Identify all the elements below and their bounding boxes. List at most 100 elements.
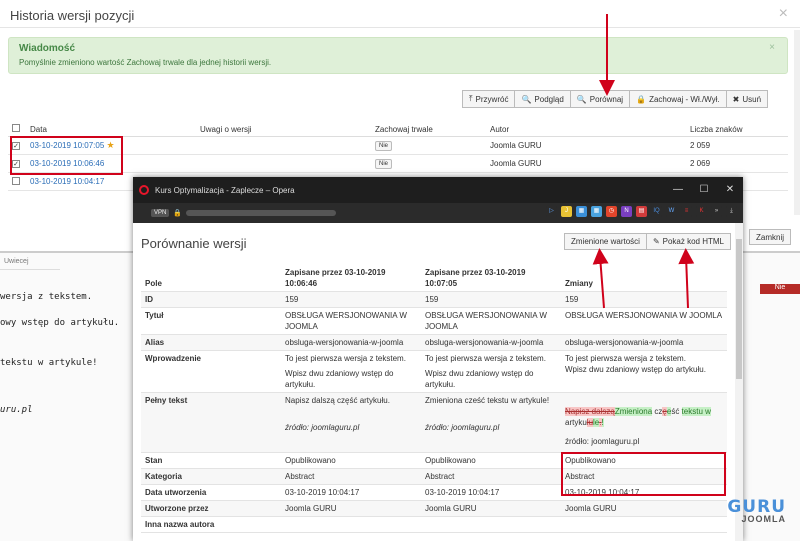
close-button[interactable]: Zamknij: [749, 229, 792, 245]
compare-button[interactable]: 🔍 Porównaj: [569, 90, 631, 108]
table-row: Tytuł OBSŁUGA WERSJONOWANIA W JOOMLA OBS…: [141, 307, 727, 335]
chars-cell: 2 059: [686, 136, 788, 155]
alert-title: Wiadomość: [19, 43, 76, 54]
value-cell: Zmieniona cześć tekstu w artykule! źródło…: [421, 392, 561, 453]
author-cell: Joomla GURU: [486, 154, 686, 173]
extension-icon[interactable]: ▤: [636, 206, 647, 217]
value-cell: OBSŁUGA WERSJONOWANIA W JOOMLA: [421, 307, 561, 335]
paragraph: źródło: joomlaguru.pl: [425, 423, 500, 432]
url-text[interactable]: [186, 210, 337, 216]
alert-close-icon[interactable]: ×: [769, 42, 775, 53]
download-icon[interactable]: ⤓: [726, 206, 737, 217]
table-row: ID 159 159 159: [141, 291, 727, 308]
value-cell: Opublikowano: [421, 452, 561, 469]
table-row[interactable]: ✓ 03-10-2019 10:06:46 Nie Joomla GURU 2 …: [8, 154, 788, 173]
field-label: Wprowadzenie: [141, 350, 281, 393]
minimize-icon[interactable]: —: [665, 177, 691, 203]
send-icon[interactable]: ▷: [546, 206, 557, 217]
table-header: Pole Zapisane przez 03-10-2019 10:06:46 …: [141, 265, 727, 292]
chars-cell: 2 069: [686, 154, 788, 173]
table-row: Pełny tekst Napisz dalszą część artykułu…: [141, 392, 727, 453]
field-label: Data utworzenia: [141, 484, 281, 501]
deleted-text: Napisz dalszą: [565, 407, 615, 416]
value-cell: 03-10-2019 10:04:17: [421, 484, 561, 501]
value-cell: Abstract: [281, 468, 421, 485]
extension-icon[interactable]: ≡: [681, 206, 692, 217]
paragraph: Zmieniona cześć tekstu w artykule!: [425, 396, 550, 405]
search-icon: 🔍: [521, 94, 532, 104]
keep-forever-toggle[interactable]: Nie: [375, 159, 393, 169]
paragraph: To jest pierwsza wersja z tekstem.: [565, 354, 686, 363]
extension-icon[interactable]: ▦: [576, 206, 587, 217]
value-cell: obsluga-wersjonowania-w-joomla: [281, 334, 421, 351]
show-html-button[interactable]: ✎ Pokaż kod HTML: [645, 233, 731, 250]
column-header: Zachowaj trwale: [371, 122, 486, 137]
value-cell: To jest pierwsza wersja z tekstem. Wpisz …: [561, 350, 727, 393]
scrollbar[interactable]: [794, 30, 800, 215]
modal-title: Historia wersji pozycji: [10, 8, 135, 23]
field-label: Pełny tekst: [141, 392, 281, 453]
maximize-icon[interactable]: ☐: [691, 177, 717, 203]
close-window-icon[interactable]: ✕: [717, 177, 743, 203]
field-label: ID: [141, 291, 281, 308]
lock-icon: 🔒: [173, 210, 183, 217]
value-cell: OBSŁUGA WERSJONOWANIA W JOOMLA: [561, 307, 727, 335]
select-all-checkbox[interactable]: [12, 124, 20, 132]
row-checkbox[interactable]: [12, 176, 20, 185]
button-label: Przywróć: [475, 94, 509, 104]
delete-button[interactable]: ✖ Usuń: [725, 90, 769, 108]
code-icon: ✎: [652, 237, 660, 246]
column-header: Data: [26, 122, 196, 137]
column-header: Zapisane przez 03-10-2019 10:06:46: [281, 265, 421, 292]
inserted-text: !: [601, 418, 604, 427]
button-label: Zachowaj - Wł./Wył.: [649, 94, 720, 104]
value-cell: 159: [421, 291, 561, 308]
inserted-text: tekstu w: [681, 407, 711, 416]
column-header: Liczba znaków: [686, 122, 788, 137]
background-line: wersja z tekstem.: [0, 292, 93, 302]
changed-values-button[interactable]: Zmienione wartości: [564, 233, 647, 250]
extension-icon[interactable]: IQ: [651, 206, 662, 217]
value-cell: obsluga-wersjonowania-w-joomla: [561, 334, 727, 351]
window-titlebar: Kurs Optymalizacja - Zaplecze – Opera — …: [133, 177, 743, 203]
extension-icon[interactable]: ◷: [606, 206, 617, 217]
more-icon[interactable]: »: [711, 206, 722, 217]
field-label: Stan: [141, 452, 281, 469]
table-row: Inna nazwa autora: [141, 516, 727, 533]
close-icon[interactable]: ×: [779, 5, 788, 23]
restore-button[interactable]: ⤒ Przywróć: [462, 90, 516, 108]
diff-cell: Napisz dalsząZmieniona częeść tekstu w a…: [561, 392, 727, 453]
value-cell: Napisz dalszą część artykułu. źródło: joo…: [281, 392, 421, 453]
extension-icon[interactable]: K: [696, 206, 707, 217]
extension-icon[interactable]: J: [561, 206, 572, 217]
keep-forever-toggle[interactable]: Nie: [375, 141, 393, 151]
field-label: Tytuł: [141, 307, 281, 335]
scrollbar[interactable]: [735, 223, 743, 541]
preview-button[interactable]: 🔍 Podgląd: [514, 90, 571, 108]
extension-icon[interactable]: ▦: [591, 206, 602, 217]
version-date-link[interactable]: 03-10-2019 10:04:17: [30, 177, 104, 186]
keep-toggle-button[interactable]: 🔒 Zachowaj - Wł./Wył.: [629, 90, 727, 108]
table-row[interactable]: ✓ 03-10-2019 10:07:05 ★ Nie Joomla GURU …: [8, 136, 788, 155]
diff-text: artyku: [565, 418, 587, 427]
opera-logo-icon: [139, 185, 149, 195]
extension-icons: ▷ J ▦ ▦ ◷ N ▤ IQ W ≡ K » ⤓: [546, 206, 737, 217]
author-cell: Joomla GURU: [486, 136, 686, 155]
history-toolbar: ⤒ Przywróć 🔍 Podgląd 🔍 Porównaj 🔒 Zachowaj -…: [462, 90, 769, 108]
value-cell: 159: [281, 291, 421, 308]
background-line: tekstu w artykule!: [0, 358, 98, 368]
column-header: Uwagi o wersji: [196, 122, 371, 137]
field-label: Kategoria: [141, 468, 281, 485]
extension-icon[interactable]: N: [621, 206, 632, 217]
value-cell: To jest pierwsza wersja z tekstem. Wpisz …: [421, 350, 561, 393]
button-label: Podgląd: [534, 94, 564, 104]
divider: [0, 27, 800, 28]
extension-icon[interactable]: W: [666, 206, 677, 217]
upload-icon: ⤒: [469, 94, 473, 103]
table-row: Wprowadzenie To jest pierwsza wersja z t…: [141, 350, 727, 393]
paragraph: źródło: joomlaguru.pl: [285, 423, 360, 432]
vpn-badge[interactable]: VPN: [151, 209, 170, 217]
field-label: Inna nazwa autora: [141, 516, 281, 533]
address-bar[interactable]: VPN 🔒 ▷ J ▦ ▦ ◷ N ▤ IQ W ≡ K » ⤓: [133, 203, 743, 223]
value-cell: Abstract: [421, 468, 561, 485]
